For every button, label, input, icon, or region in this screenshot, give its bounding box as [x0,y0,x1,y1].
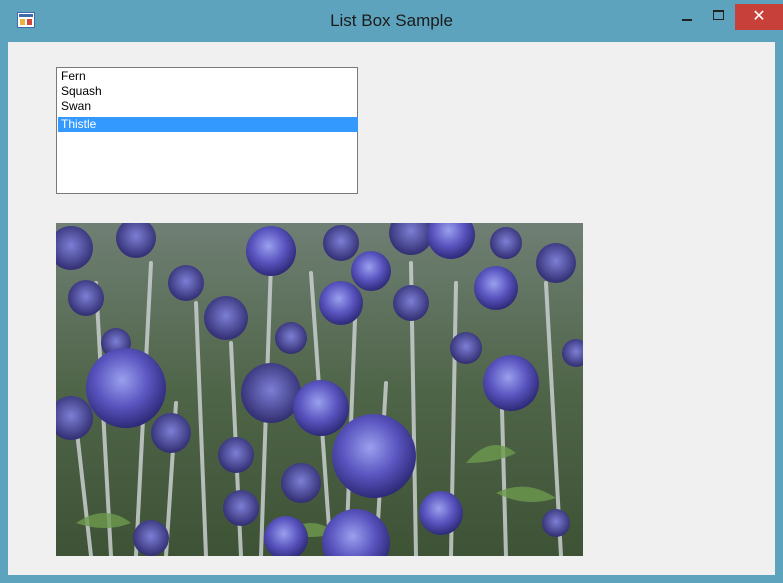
close-icon[interactable]: ✕ [735,4,783,30]
list-item-swan[interactable]: Swan [58,99,358,114]
minimize-icon[interactable] [672,4,700,28]
window-title: List Box Sample [330,11,453,30]
maximize-icon[interactable] [704,4,732,28]
picture-box [56,223,583,556]
list-item-squash[interactable]: Squash [58,84,358,99]
list-item-thistle[interactable]: Thistle [58,117,358,132]
client-area: Fern Squash Swan Thistle [8,42,775,575]
application-window: List Box Sample ✕ Fern Squash Swan Thist… [0,0,783,583]
list-item-fern[interactable]: Fern [58,69,358,84]
thistle-photo [56,223,583,556]
list-box[interactable]: Fern Squash Swan Thistle [56,67,358,194]
title-bar[interactable]: List Box Sample ✕ [0,0,783,42]
